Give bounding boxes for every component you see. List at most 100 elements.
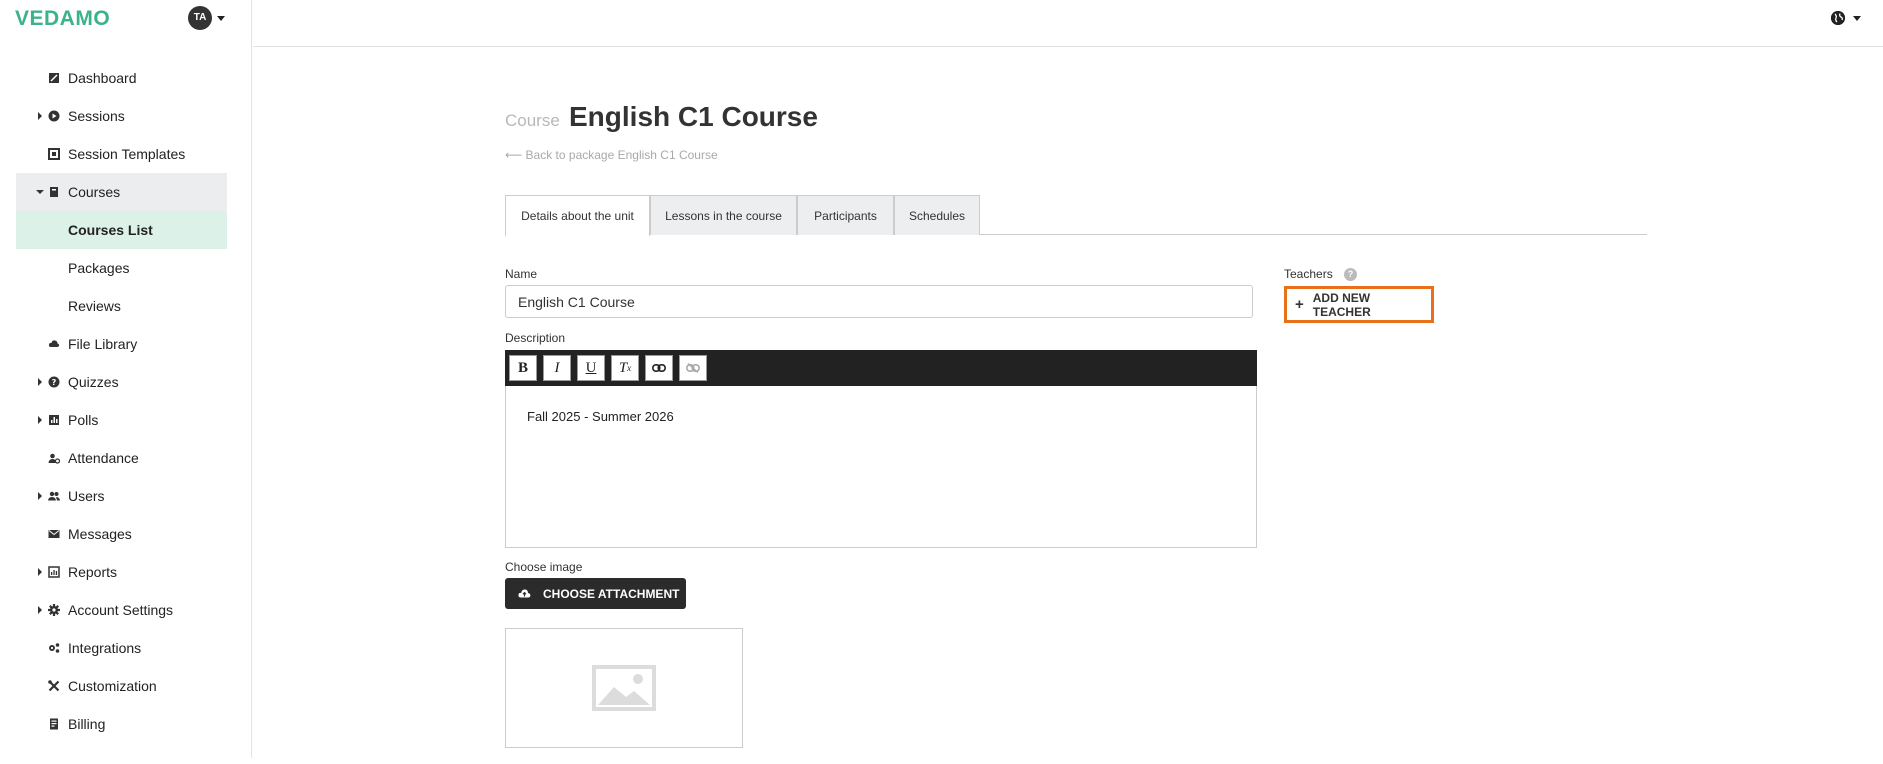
italic-button[interactable]: I xyxy=(543,355,571,381)
sidebar: VEDAMO TA Dashboard Sessions Session Tem… xyxy=(0,0,252,758)
sidebar-item-billing[interactable]: Billing xyxy=(0,705,252,743)
gear-icon xyxy=(48,604,60,616)
choose-image-label: Choose image xyxy=(505,560,583,574)
question-icon: ? xyxy=(48,376,60,388)
clear-format-button[interactable]: Tx xyxy=(611,355,639,381)
image-preview xyxy=(505,628,743,748)
sidebar-item-integrations[interactable]: Integrations xyxy=(0,629,252,667)
cloud-upload-icon xyxy=(518,587,531,601)
sidebar-item-label: Customization xyxy=(68,678,157,694)
sidebar-item-label: File Library xyxy=(68,336,138,352)
users-icon xyxy=(48,490,60,502)
sidebar-item-label: Attendance xyxy=(68,450,139,466)
tab-lessons[interactable]: Lessons in the course xyxy=(650,195,797,235)
play-circle-icon xyxy=(48,110,60,122)
description-label: Description xyxy=(505,331,566,345)
sidebar-item-label: Packages xyxy=(68,260,130,276)
sidebar-item-polls[interactable]: Polls xyxy=(0,401,252,439)
sidebar-item-courses-list[interactable]: Courses List xyxy=(16,211,227,249)
avatar[interactable]: TA xyxy=(188,6,212,30)
sidebar-item-label: Integrations xyxy=(68,640,142,656)
globe-icon[interactable] xyxy=(1831,11,1845,25)
sidebar-item-file-library[interactable]: File Library xyxy=(0,325,252,363)
tab-participants[interactable]: Participants xyxy=(797,195,894,235)
report-icon xyxy=(48,566,60,578)
main-content: Course English C1 Course ⟵ Back to packa… xyxy=(253,48,1883,758)
sidebar-item-label: Account Settings xyxy=(68,602,174,618)
expand-arrow-icon[interactable] xyxy=(38,606,42,614)
sidebar-item-label: Billing xyxy=(68,716,106,732)
bold-button[interactable]: B xyxy=(509,355,537,381)
sidebar-item-label: Dashboard xyxy=(68,70,137,86)
sidebar-item-quizzes[interactable]: ? Quizzes xyxy=(0,363,252,401)
dashboard-icon xyxy=(48,72,60,84)
brand-row: VEDAMO TA xyxy=(0,0,252,36)
add-new-teacher-button[interactable]: + ADD NEW TEACHER xyxy=(1284,286,1434,323)
tab-details[interactable]: Details about the unit xyxy=(505,195,650,236)
sidebar-item-account-settings[interactable]: Account Settings xyxy=(0,591,252,629)
sidebar-item-customization[interactable]: Customization xyxy=(0,667,252,705)
expand-arrow-icon[interactable] xyxy=(38,378,42,386)
integrations-icon xyxy=(48,642,60,654)
page-kicker: Course xyxy=(505,111,560,130)
help-icon[interactable]: ? xyxy=(1344,268,1357,281)
expand-arrow-icon[interactable] xyxy=(38,112,42,120)
sidebar-item-label: Polls xyxy=(68,412,99,428)
sidebar-item-reviews[interactable]: Reviews xyxy=(0,287,252,325)
link-button[interactable] xyxy=(645,355,673,381)
attendance-icon xyxy=(48,452,60,464)
choose-attachment-button[interactable]: CHOOSE ATTACHMENT xyxy=(505,578,686,609)
sidebar-item-label: Users xyxy=(68,488,105,504)
unlink-icon xyxy=(686,363,700,373)
billing-icon xyxy=(48,718,60,730)
sidebar-item-label: Reviews xyxy=(68,298,121,314)
top-bar xyxy=(253,0,1883,47)
sidebar-item-label: Quizzes xyxy=(68,374,119,390)
poll-icon xyxy=(48,414,60,426)
sidebar-item-label: Session Templates xyxy=(68,146,186,162)
expand-arrow-icon[interactable] xyxy=(38,416,42,424)
back-to-package-link[interactable]: ⟵ Back to package English C1 Course xyxy=(505,148,718,162)
link-icon xyxy=(652,364,666,372)
image-placeholder-icon xyxy=(592,665,656,711)
sidebar-item-users[interactable]: Users xyxy=(0,477,252,515)
language-caret-icon[interactable] xyxy=(1853,16,1861,21)
sidebar-item-label: Courses xyxy=(68,184,121,200)
sidebar-item-courses[interactable]: Courses xyxy=(16,173,227,211)
underline-button[interactable]: U xyxy=(577,355,605,381)
sidebar-item-reports[interactable]: Reports xyxy=(0,553,252,591)
template-icon xyxy=(48,148,60,160)
unlink-button[interactable] xyxy=(679,355,707,381)
avatar-caret-icon[interactable] xyxy=(217,16,225,21)
sidebar-item-dashboard[interactable]: Dashboard xyxy=(0,59,252,97)
sidebar-item-label: Reports xyxy=(68,564,118,580)
sidebar-item-label: Sessions xyxy=(68,108,125,124)
tab-schedules[interactable]: Schedules xyxy=(894,195,980,235)
name-label: Name xyxy=(505,267,538,281)
sidebar-item-messages[interactable]: Messages xyxy=(0,515,252,553)
svg-text:?: ? xyxy=(52,378,57,387)
expand-arrow-icon[interactable] xyxy=(38,492,42,500)
sidebar-item-session-templates[interactable]: Session Templates xyxy=(0,135,252,173)
sidebar-item-label: Courses List xyxy=(68,222,153,238)
teachers-label: Teachers xyxy=(1284,267,1333,281)
tools-icon xyxy=(48,680,60,692)
plus-icon: + xyxy=(1295,296,1304,313)
envelope-icon xyxy=(48,528,60,540)
choose-attachment-label: CHOOSE ATTACHMENT xyxy=(543,586,680,601)
editor-toolbar: B I U Tx xyxy=(505,350,1257,386)
sidebar-item-label: Messages xyxy=(68,526,132,542)
add-new-teacher-label: ADD NEW TEACHER xyxy=(1312,290,1371,319)
collapse-arrow-icon[interactable] xyxy=(36,190,44,194)
expand-arrow-icon[interactable] xyxy=(38,568,42,576)
sidebar-nav: Dashboard Sessions Session Templates Cou… xyxy=(0,59,252,743)
tab-bar: Details about the unit Lessons in the co… xyxy=(505,195,1647,236)
cloud-icon xyxy=(48,338,60,350)
description-editor[interactable]: Fall 2025 - Summer 2026 xyxy=(505,386,1257,548)
sidebar-item-packages[interactable]: Packages xyxy=(0,249,252,287)
vedamo-logo[interactable]: VEDAMO xyxy=(15,7,110,31)
sidebar-item-attendance[interactable]: Attendance xyxy=(0,439,252,477)
name-input[interactable]: English C1 Course xyxy=(505,285,1253,318)
book-icon xyxy=(48,186,60,198)
sidebar-item-sessions[interactable]: Sessions xyxy=(0,97,252,135)
